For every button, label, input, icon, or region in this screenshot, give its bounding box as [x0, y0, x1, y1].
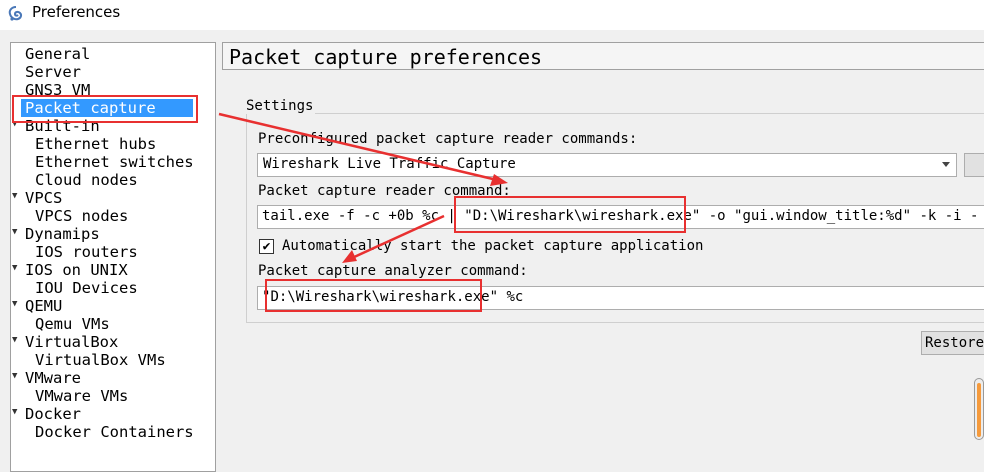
title-bar: Preferences: [0, 0, 984, 30]
tree-item-dynamips[interactable]: Dynamips: [25, 225, 100, 243]
expand-arrow-icon[interactable]: ▼: [12, 227, 17, 237]
expand-arrow-icon[interactable]: ▼: [12, 191, 17, 201]
scrollbar-grip: [977, 383, 981, 437]
gns3-app-icon: [8, 6, 23, 21]
tree-item-virtualbox-vms[interactable]: VirtualBox VMs: [35, 351, 166, 369]
tree-item-vpcs[interactable]: VPCS: [25, 189, 62, 207]
tree-item-ios-routers[interactable]: IOS routers: [35, 243, 138, 261]
expand-arrow-icon[interactable]: ▼: [12, 407, 17, 417]
annotation-box-reader-path: [454, 196, 686, 233]
preconfigured-commands-value: Wireshark Live Traffic Capture: [263, 156, 516, 172]
settings-group-title: Settings: [244, 98, 316, 114]
autostart-label: Automatically start the packet capture a…: [282, 238, 704, 254]
checkmark-icon: ✔: [262, 239, 271, 254]
tree-item-iou-devices[interactable]: IOU Devices: [35, 279, 138, 297]
tree-item-qemu[interactable]: QEMU: [25, 297, 62, 315]
expand-arrow-icon[interactable]: ▼: [12, 335, 17, 345]
analyzer-command-label: Packet capture analyzer command:: [258, 263, 528, 279]
tree-item-ios-on-unix[interactable]: IOS on UNIX: [25, 261, 128, 279]
expand-arrow-icon[interactable]: ▼: [12, 371, 17, 381]
tree-item-ethernet-switches[interactable]: Ethernet switches: [35, 153, 194, 171]
page-header: Packet capture preferences: [222, 42, 984, 70]
preconfigured-commands-select[interactable]: Wireshark Live Traffic Capture: [257, 153, 957, 177]
reader-command-prefix: tail.exe -f -c +0b %c | ": [262, 208, 473, 224]
page-title: Packet capture preferences: [229, 45, 543, 69]
analyzer-command-suffix: " %c: [489, 289, 524, 305]
annotation-box-packet-capture: [12, 95, 198, 123]
preconfigured-label: Preconfigured packet capture reader comm…: [258, 131, 638, 147]
autostart-checkbox[interactable]: ✔: [259, 239, 274, 254]
reader-command-suffix: " -o "gui.window_title:%d" -k -i -: [691, 208, 979, 224]
restore-defaults-button[interactable]: Restore: [921, 331, 984, 355]
tree-item-vmware-vms[interactable]: VMware VMs: [35, 387, 128, 405]
dropdown-arrow-icon: [942, 162, 950, 167]
expand-arrow-icon[interactable]: ▼: [12, 299, 17, 309]
tree-item-ethernet-hubs[interactable]: Ethernet hubs: [35, 135, 156, 153]
tree-item-server[interactable]: Server: [25, 63, 81, 81]
tree-item-qemu-vms[interactable]: Qemu VMs: [35, 315, 110, 333]
tree-item-general[interactable]: General: [25, 45, 90, 63]
tree-item-docker-containers[interactable]: Docker Containers: [35, 423, 194, 441]
apply-preconfigured-button[interactable]: [964, 153, 984, 177]
tree-item-docker[interactable]: Docker: [25, 405, 81, 423]
tree-item-vmware[interactable]: VMware: [25, 369, 81, 387]
window-title: Preferences: [32, 3, 121, 21]
scrollbar-thumb[interactable]: [974, 378, 984, 440]
annotation-box-analyzer-path: [265, 279, 482, 312]
expand-arrow-icon[interactable]: ▼: [12, 263, 17, 273]
tree-item-cloud-nodes[interactable]: Cloud nodes: [35, 171, 138, 189]
tree-item-virtualbox[interactable]: VirtualBox: [25, 333, 118, 351]
tree-item-vpcs-nodes[interactable]: VPCS nodes: [35, 207, 128, 225]
